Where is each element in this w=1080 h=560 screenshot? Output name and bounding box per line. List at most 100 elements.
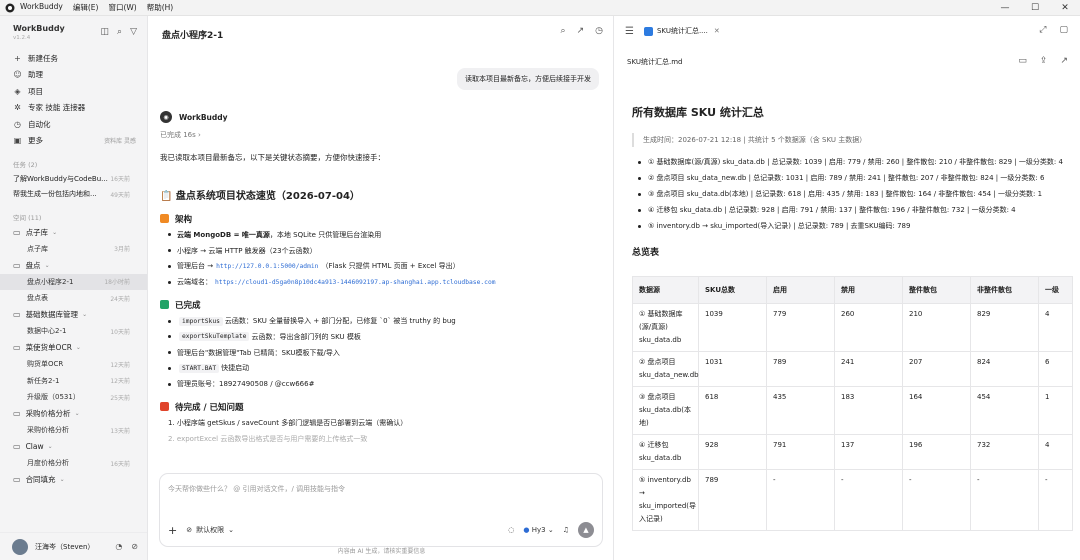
sidebar-item-5[interactable]: ▣ 更多 资料库 灵感 [0,133,147,150]
maximize-button[interactable]: ☐ [1020,0,1050,16]
doc-bullet-text: ② 盘点项目 sku_data_new.db | 总记录数: 1031 | 启用… [648,174,1045,182]
chat-input-box[interactable]: 今天帮你做些什么？ @ 引用对话文件，/ 调用技能与指令 + ⊘ 默认权限 ⌄ ◌ … [159,473,603,547]
table-header: 非整件散包 [970,276,1039,304]
share-icon[interactable]: ↗ [577,26,585,36]
sidebar-item-task[interactable]: 点子库 3月前 [0,241,147,258]
menu-icon[interactable]: ☰ [625,26,634,37]
sub-time: 18小时前 [104,279,130,287]
folder-item[interactable]: ▭ 菜使货单OCR ⌄ [0,340,147,357]
folder-item[interactable]: ▭ 基础数据库管理 ⌄ [0,307,147,324]
folder-icon[interactable]: ▭ [1018,56,1027,66]
completed-status[interactable]: 已完成 16s › [160,130,201,140]
tab-document[interactable]: SKU统计汇总.... ✕ [643,26,720,36]
model-icon: ● [523,526,530,534]
done-text: 云函数：SKU 全量替换导入 + 部门分配，已修复 `0` 被当 truthy … [224,317,456,326]
compass-icon[interactable]: ⊘ [131,542,138,551]
table-cell: 207 [902,351,971,387]
avatar[interactable] [12,538,28,555]
inline-code: exportSkuTemplate [179,332,250,342]
sidebar-item-label: 新建任务 [28,53,58,63]
folder-icon: ▭ [13,409,21,419]
folder-item[interactable]: ▭ Claw ⌄ [0,439,147,456]
sidebar-item-task[interactable]: 新任务2-1 12天前 [0,373,147,390]
table-row: ② 盘点项目 sku_data_new.db 1031 789 241 207 824 6 [632,351,1073,387]
sidebar-item-task[interactable]: 盘点表 24天前 [0,290,147,307]
nav-icon: ◈ [14,86,21,96]
nav-icon: ☺ [13,70,22,80]
sidebar-item-task[interactable]: 升级版（0531） 25天前 [0,389,147,406]
layout-toggle-icon[interactable]: ◫ [101,27,110,37]
microphone-icon[interactable]: ♫ [563,526,569,534]
menu-edit[interactable]: 编辑(E) [73,2,99,13]
menu-window[interactable]: 窗口(W) [108,2,136,13]
arch-link[interactable]: http://127.0.0.1:5000/admin [216,263,318,270]
arch-link[interactable]: https://cloud1-d5ga0n8p10dc4a913-1446092… [215,279,496,286]
permission-select[interactable]: ⊘ 默认权限 ⌄ [186,525,234,535]
table-cell: ③ 盘点项目 sku_data.db(本地) [632,386,699,435]
folder-item[interactable]: ▭ 点子库 ⌄ [0,224,147,241]
sub-label: 购货单OCR [27,360,64,369]
table-cell: 210 [902,303,971,352]
sidebar-item-task[interactable]: 采购价格分析 13天前 [0,422,147,439]
overview-table: 数据源 SKU总数 启用 禁用 整件散包 非整件散包 一级 ① 基础数据库 (源/真源) s… [632,276,1073,531]
bell-icon[interactable]: ◔ [115,542,122,551]
bullet [638,225,641,228]
menu-app[interactable]: WorkBuddy [20,2,63,13]
done-item: exportSkuTemplate 云函数：导出含部门列的 SKU 模板 [160,329,600,345]
sidebar-item-1[interactable]: ☺ 助理 [0,67,147,84]
history-icon[interactable]: ◷ [595,26,603,36]
todo-item: 2. exportExcel 云函数导出格式是否与用户需要的上传格式一致 [168,434,368,443]
sidebar-item-extra: 资料库 灵感 [104,138,136,146]
add-icon[interactable]: + [168,524,177,537]
summary-heading: 📋 盘点系统项目状态速览（2026-07-04） [160,190,360,202]
window-icon[interactable]: ▢ [1059,25,1068,35]
doc-bullet: ② 盘点项目 sku_data_new.db | 总记录数: 1031 | 启用… [638,172,1072,185]
done-text: 管理员账号：18927490508 / @ccw666# [177,380,315,389]
task-item[interactable]: 了解WorkBuddy与CodeBu... 16天前 [0,171,147,187]
task-item[interactable]: 帮我生成一份包括内地和... 49天前 [0,187,147,203]
bullet [638,161,641,164]
table-header: SKU总数 [698,276,767,304]
nav-icon: ◷ [14,119,21,129]
assistant-name: WorkBuddy [179,112,228,122]
close-window-button[interactable]: ✕ [1050,0,1080,16]
table-cell: 454 [970,386,1039,435]
sidebar-item-task[interactable]: 购货单OCR 12天前 [0,356,147,373]
arch-text: 云端 MongoDB = 唯一真源 [177,230,270,239]
search-icon[interactable]: ⌕ [117,27,122,37]
folder-item[interactable]: ▭ 合同填充 ⌄ [0,472,147,489]
menu-help[interactable]: 帮助(H) [147,2,174,13]
upload-icon[interactable]: ⇪ [1040,56,1048,66]
folder-item[interactable]: ▭ 盘点 ⌄ [0,257,147,274]
model-select[interactable]: ● Hy3 ⌄ [523,526,553,534]
chevron-down-icon: ⌄ [59,476,65,484]
done-heading-label: 已完成 [175,300,201,311]
table-cell: 618 [698,386,767,435]
expand-icon[interactable]: ⤢ [1039,25,1046,35]
sidebar-item-0[interactable]: + 新建任务 [0,50,147,67]
filter-icon[interactable]: ▽ [130,27,137,37]
send-button[interactable]: ▲ [578,522,594,538]
sidebar-item-task[interactable]: 盘点小程序2-1 18小时前 [0,273,147,290]
sidebar-item-task[interactable]: 数据中心2-1 10天前 [0,323,147,340]
chat-input[interactable]: 今天帮你做些什么？ @ 引用对话文件，/ 调用技能与指令 [168,484,345,494]
sidebar-item-3[interactable]: ✲ 专家 技能 连接器 [0,100,147,117]
doc-meta: 生成时间：2026-07-21 12:18 | 共统计 5 个数据源（含 SKU… [632,133,1072,147]
bullet [168,335,171,339]
sidebar-item-2[interactable]: ◈ 项目 [0,83,147,100]
close-icon[interactable]: ✕ [714,27,720,35]
sidebar-item-task[interactable]: 月度价格分析 16天前 [0,455,147,472]
folder-item[interactable]: ▭ 采购价格分析 ⌄ [0,406,147,423]
share-icon[interactable]: ↗ [1060,56,1068,66]
search-icon[interactable]: ⌕ [561,26,566,36]
sub-label: 采购价格分析 [27,426,69,435]
arch-heading-label: 架构 [175,214,193,225]
sub-label: 盘点小程序2-1 [27,277,74,286]
table-cell: ④ 迁移包 sku_data.db [632,434,699,470]
minimize-button[interactable]: — [990,0,1020,16]
assistant-logo-icon: ◉ [160,111,172,123]
done-text: 快捷启动 [221,364,250,373]
todo-item: 1. 小程序端 getSkus / saveCount 多部门逻辑是否已部署到云… [168,419,408,428]
sidebar-item-4[interactable]: ◷ 自动化 [0,116,147,133]
table-header: 数据源 [632,276,699,304]
